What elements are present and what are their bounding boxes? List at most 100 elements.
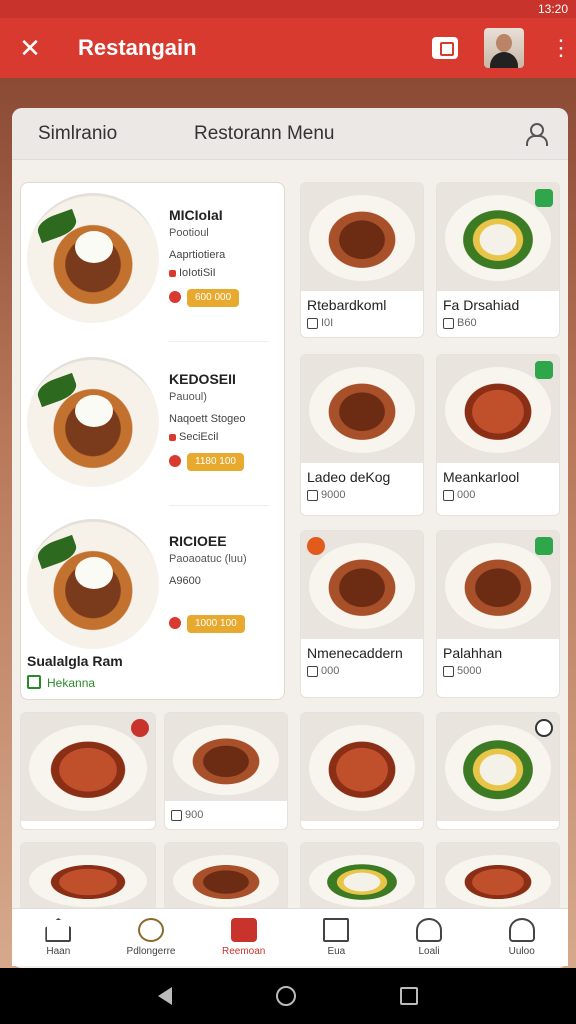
item-sub: Paoaoatuc (luu) — [169, 553, 247, 565]
dish-card[interactable] — [20, 712, 156, 830]
item-sub: Pauoul) — [169, 391, 207, 403]
list-item[interactable]: KEDOSEII Pauoul) Naqoett Stogeo SeciEciI… — [21, 347, 286, 507]
nav-home[interactable]: Haan — [12, 909, 105, 966]
dish-card[interactable] — [436, 712, 560, 830]
heart-icon[interactable] — [169, 291, 181, 303]
close-icon[interactable]: ✕ — [0, 33, 60, 64]
dish-meta: B60 — [443, 317, 477, 329]
nav-label: Haan — [46, 946, 71, 957]
item-name: MICIoIaI — [169, 207, 223, 223]
search-left-label[interactable]: Simlranio — [38, 123, 194, 145]
item-line: Aaprtiotiera — [169, 249, 226, 261]
dish-photo — [301, 843, 423, 911]
featured-list: MICIoIaI Pootioul Aaprtiotiera IoIotiSiI… — [20, 182, 285, 700]
dish-name: Fa Drsahiad — [443, 297, 520, 313]
item-line: A9600 — [169, 575, 201, 587]
system-nav-bar — [0, 968, 576, 1024]
divider — [169, 505, 269, 506]
dish-photo — [301, 355, 423, 463]
nav-restaurant[interactable]: Reemoan — [197, 909, 290, 966]
bottom-nav: Haan Pdlongerre Reemoan Eua Loali Uuloo — [12, 908, 568, 966]
list-item[interactable]: MICIoIaI Pootioul Aaprtiotiera IoIotiSiI… — [21, 183, 286, 343]
nav-label: Reemoan — [222, 946, 266, 957]
dish-photo — [165, 843, 287, 911]
dish-photo — [27, 519, 159, 649]
dish-card[interactable]: Rtebardkoml I0I — [300, 182, 424, 338]
dish-name: Nmenecaddern — [307, 645, 403, 661]
dish-photo — [301, 183, 423, 291]
nav-local[interactable]: Loali — [383, 909, 476, 966]
veg-badge-icon — [535, 537, 553, 555]
dish-meta: 9000 — [306, 489, 346, 501]
dish-photo — [27, 357, 159, 487]
dish-name: Ladeo deKog — [307, 469, 391, 485]
avatar[interactable] — [484, 28, 524, 68]
dish-photo — [21, 843, 155, 911]
dish-card[interactable]: 900 — [164, 712, 288, 830]
dish-card[interactable] — [164, 842, 288, 912]
dish-photo — [437, 843, 559, 911]
veg-badge-icon — [535, 189, 553, 207]
dish-meta: I0I — [306, 317, 334, 329]
status-bar: 13:20 — [0, 0, 576, 18]
dish-card[interactable] — [20, 842, 156, 912]
dish-card[interactable] — [300, 842, 424, 912]
nav-label: Loali — [418, 946, 440, 957]
price-badge: 600 000 — [187, 289, 240, 307]
nav-categories[interactable]: Pdlongerre — [105, 909, 198, 966]
bag-icon[interactable] — [432, 37, 458, 59]
item-line: Naqoett Stogeo — [169, 413, 246, 425]
home-icon — [45, 918, 72, 942]
book-icon — [323, 918, 350, 942]
heart-icon[interactable] — [169, 455, 181, 467]
dish-card[interactable] — [436, 842, 560, 912]
profile-icon — [508, 918, 535, 942]
app-title: Restangain — [78, 35, 197, 60]
divider — [169, 341, 269, 342]
dish-photo — [27, 193, 159, 323]
price-badge: 1000 100 — [187, 615, 245, 633]
dish-card[interactable]: Fa Drsahiad B60 — [436, 182, 560, 338]
dish-photo — [301, 713, 423, 821]
dish-card[interactable]: Nmenecaddern 000 — [300, 530, 424, 698]
dish-card[interactable]: Meankarlool 000 — [436, 354, 560, 516]
nav-profile[interactable]: Uuloo — [475, 909, 568, 966]
back-icon[interactable] — [158, 987, 172, 1005]
item-sub: Pootioul — [169, 227, 209, 239]
item-name: KEDOSEII — [169, 371, 236, 387]
list-footer-subtitle[interactable]: Hekanna — [27, 675, 95, 690]
dish-meta: 000 — [442, 489, 476, 501]
more-options-icon[interactable]: ⋮ — [546, 35, 576, 61]
item-sub2: IoIotiSiI — [169, 267, 216, 279]
heart-icon[interactable] — [169, 617, 181, 629]
nav-label: Uuloo — [508, 946, 535, 957]
clock-icon — [535, 719, 553, 737]
search-center-label: Restorann Menu — [194, 122, 335, 144]
spicy-badge-icon — [131, 719, 149, 737]
home-button-icon[interactable] — [276, 986, 296, 1006]
nav-label: Pdlongerre — [126, 946, 176, 957]
dish-meta: 5000 — [442, 665, 482, 677]
search-bar[interactable]: Simlranio Restorann Menu — [12, 108, 568, 160]
spicy-badge-icon — [307, 537, 325, 555]
dish-name: Rtebardkoml — [307, 297, 387, 313]
recent-apps-icon[interactable] — [400, 987, 418, 1005]
nav-menu[interactable]: Eua — [290, 909, 383, 966]
dish-name: Palahhan — [443, 645, 503, 661]
dish-name: Meankarlool — [443, 469, 520, 485]
dish-card[interactable] — [300, 712, 424, 830]
menu-panel: Simlranio Restorann Menu MICIoIaI Pootio… — [12, 108, 568, 968]
list-item[interactable]: RICIOEE Paoaoatuc (luu) A9600 1000 100 — [21, 509, 286, 669]
nav-label: Eua — [327, 946, 346, 957]
veg-badge-icon — [535, 361, 553, 379]
item-sub2: SeciEciI — [169, 431, 219, 443]
restaurant-icon — [230, 918, 257, 942]
dish-card[interactable]: Palahhan 5000 — [436, 530, 560, 698]
price-badge: 1180 100 — [187, 453, 244, 471]
dish-photo — [165, 713, 287, 801]
person-icon — [416, 918, 443, 942]
dish-meta: 000 — [306, 665, 340, 677]
user-icon[interactable] — [524, 122, 548, 146]
dish-card[interactable]: Ladeo deKog 9000 — [300, 354, 424, 516]
wheel-icon — [138, 918, 164, 942]
